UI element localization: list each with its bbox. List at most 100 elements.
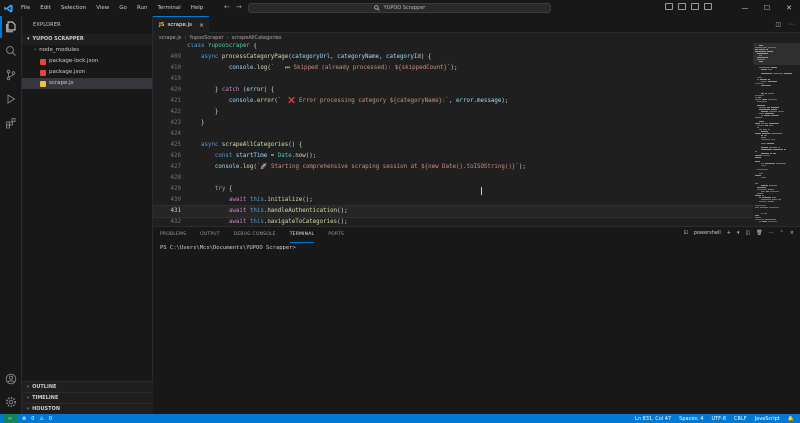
menu-selection[interactable]: Selection [56,0,91,16]
menu-file[interactable]: File [16,0,35,16]
tab-scrape-js[interactable]: JS scrape.js × [153,16,209,33]
tab-ports[interactable]: PORTS [328,227,344,243]
menu-terminal[interactable]: Terminal [152,0,185,16]
timeline-section[interactable]: › TIMELINE [22,392,153,403]
minimap-line [767,51,773,52]
maximize-panel-icon[interactable]: ⌃ [780,230,784,236]
menu-run[interactable]: Run [132,0,153,16]
shell-name[interactable]: powershell [694,230,721,236]
workspace-root[interactable]: ▾ YUPOO SCRAPPER [22,34,152,45]
error-icon[interactable]: ⊗ [22,416,26,422]
minimap-line [757,53,768,54]
breadcrumb-method[interactable]: scrapeAllCategories [232,35,282,41]
menu-help[interactable]: Help [186,0,209,16]
tree-item-package-json[interactable]: package.json [22,67,152,78]
minimize-button[interactable]: — [734,4,756,12]
close-icon[interactable]: × [199,22,204,29]
code-line[interactable]: 423 } [153,118,753,129]
code-line[interactable]: 425 async scrapeAllCategories() { [153,140,753,151]
chevron-down-icon[interactable]: ▾ [737,230,740,236]
line-endings[interactable]: CRLF [734,416,747,422]
breadcrumb-file[interactable]: scrape.js [159,35,181,41]
code-line[interactable]: 420 } catch (error) { [153,85,753,96]
explorer-button[interactable] [0,16,22,38]
tab-output[interactable]: OUTPUT [200,227,220,243]
indentation[interactable]: Spaces: 4 [679,416,703,422]
close-window-button[interactable]: ✕ [778,4,800,12]
minimap-line [760,207,768,208]
toggle-sidebar-icon[interactable] [665,3,673,10]
more-actions-icon[interactable]: ⋯ [788,21,794,28]
timeline-label: TIMELINE [32,394,59,401]
back-arrow-icon[interactable]: ← [224,3,230,11]
houston-label: HOUSTON [32,405,61,412]
houston-section[interactable]: › HOUSTON [22,403,153,414]
forward-arrow-icon[interactable]: → [236,3,242,11]
remote-indicator-icon[interactable]: ›‹ [3,414,17,423]
code-line[interactable]: 431 await this.handleAuthentication(); [153,205,753,218]
code-line[interactable]: 429 try { [153,184,753,195]
tree-item-node-modules[interactable]: › node_modules [22,45,152,56]
outline-section[interactable]: › OUTLINE [22,381,153,392]
line-number: 426 [170,153,181,159]
minimap-line [771,67,777,68]
tree-item-scrape-js[interactable]: scrape.js [22,78,152,89]
extensions-button[interactable] [0,112,22,134]
minimap-line [755,133,761,134]
breadcrumb-class[interactable]: YupooScraper [189,35,223,41]
code-line[interactable]: 409 async processCategoryPage(categoryUr… [153,52,753,63]
menu-view[interactable]: View [91,0,114,16]
code-line[interactable]: 432 await this.navigateToCategories(); [153,217,753,226]
tab-problems[interactable]: PROBLEMS [160,227,186,243]
minimap-line [769,185,777,186]
tree-item-package-lock[interactable]: package-lock.json [22,56,152,67]
tab-debug-console[interactable]: DEBUG CONSOLE [234,227,276,243]
minimap-line [761,199,771,200]
run-debug-button[interactable] [0,88,22,110]
toggle-secondary-sidebar-icon[interactable] [691,3,699,10]
cursor-position[interactable]: Ln 831, Col 47 [635,416,671,422]
close-icon[interactable]: × [790,230,794,236]
toggle-panel-icon[interactable] [678,3,686,10]
accounts-button[interactable] [0,368,22,390]
code-line[interactable]: 410 console.log(` ⏭ Skipped (already pro… [153,63,753,74]
warning-count[interactable]: 0 [49,416,52,422]
customize-layout-icon[interactable] [704,3,712,10]
minimap-line [757,59,765,60]
split-editor-icon[interactable]: ◫ [775,21,781,28]
menu-edit[interactable]: Edit [35,0,56,16]
bell-icon[interactable]: 🔔 [788,416,794,422]
terminal-prompt[interactable]: PS C:\Users\Mcs\Documents\YUPOO Scrapper… [160,245,296,251]
code-line[interactable]: 426 const startTime = Date.now(); [153,151,753,162]
code-editor[interactable]: class YupooScraper {409 async processCat… [153,43,753,226]
language-mode[interactable]: JavaScript [755,416,780,422]
code-line[interactable]: 428 [153,173,753,184]
code-line[interactable]: 422 } [153,107,753,118]
minimap-line [765,93,767,94]
search-button[interactable] [0,40,22,62]
manage-button[interactable] [0,391,22,413]
warning-icon[interactable]: ⚠ [39,416,43,422]
error-count[interactable]: 0 [31,416,34,422]
code-line[interactable]: 421 console.error(` ❌ Error processing c… [153,96,753,107]
more-actions-icon[interactable]: ⋯ [769,230,774,236]
code-line[interactable]: 430 await this.initialize(); [153,195,753,206]
trash-icon[interactable]: 🗑 [756,230,762,236]
tab-terminal[interactable]: TERMINAL [289,227,315,243]
code-line[interactable]: 427 console.log(`🚀 Starting comprehensiv… [153,162,753,173]
files-icon [6,21,16,33]
source-control-button[interactable] [0,64,22,86]
terminal-icon: ⊡ [683,230,688,236]
split-terminal-icon[interactable]: ◫ [746,230,751,236]
encoding[interactable]: UTF-8 [711,416,726,422]
command-center[interactable]: YUPOO Scrapper [248,3,551,13]
new-terminal-icon[interactable]: + [727,230,731,236]
minimap-line [764,115,770,116]
maximize-button[interactable]: ☐ [756,4,778,12]
code-line[interactable]: 424 [153,129,753,140]
tree-item-label: package.json [49,69,86,75]
minimap[interactable] [753,43,800,226]
code-line[interactable]: 419 [153,74,753,85]
menu-go[interactable]: Go [114,0,132,16]
code-line[interactable]: class YupooScraper { [153,43,753,52]
